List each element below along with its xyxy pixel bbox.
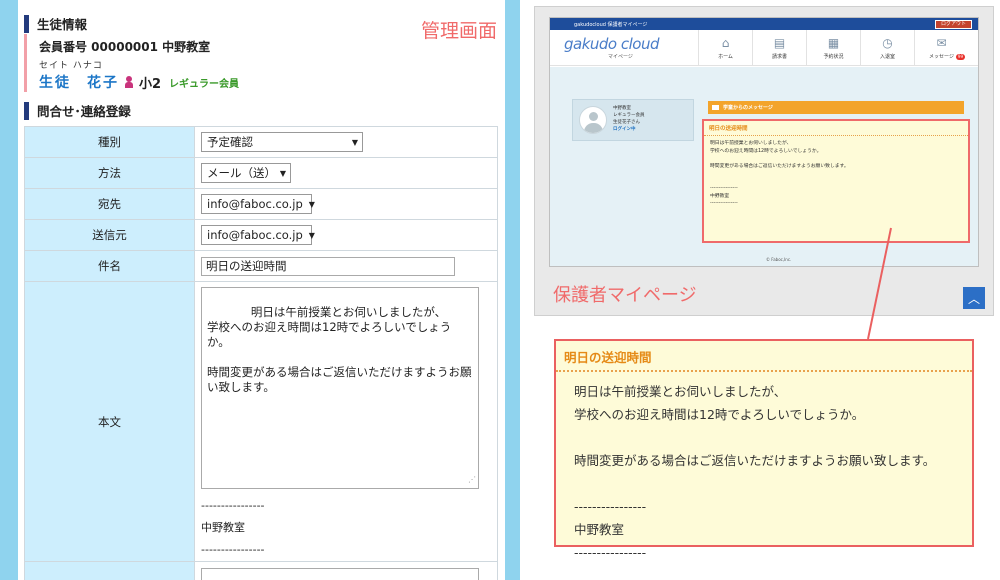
nav-messages-label: メッセージ [929, 53, 954, 60]
signature-divider-top: ---------------- [201, 499, 265, 512]
mypage-screen: gakudocloud 保護者マイページ ログアウト gakudo cloud … [549, 17, 979, 267]
nav-attendance-label: 入退室 [879, 53, 895, 60]
nav-home-label: ホーム [718, 53, 733, 60]
copyright: © Faboc,Inc. [766, 257, 792, 262]
body-label: 本文 [24, 281, 195, 562]
signature-name: 中野教室 [201, 521, 245, 534]
from-label: 送信元 [24, 219, 195, 251]
message-count-badge: 99 [955, 53, 965, 60]
mail-icon: ✉ [936, 35, 947, 50]
heading-bar [24, 14, 29, 33]
profile-login-status: ログイン中 [613, 127, 636, 132]
method-label: 方法 [24, 157, 195, 189]
form-row-to: 宛先 info@faboc.co.jp ▼ [24, 188, 498, 220]
student-kana: セイト ハナコ [39, 61, 103, 71]
mail-icon [712, 105, 719, 110]
type-select-value: 予定確認 [207, 135, 253, 149]
calendar-icon: ▦ [827, 35, 840, 50]
girl-icon [125, 76, 133, 88]
logout-button[interactable]: ログアウト [934, 19, 972, 29]
nav-attendance[interactable]: ◷ 入退室 [860, 29, 914, 66]
form-row-method: 方法 メール（送） ▼ [24, 157, 498, 189]
form-row-body: 本文 明日は午前授業とお伺いしましたが、 学校へのお迎え時間は12時でよろしいで… [24, 281, 498, 562]
dropdown-arrow-icon: ▼ [279, 168, 286, 178]
type-label: 種別 [24, 126, 195, 158]
subject-label: 件名 [24, 250, 195, 282]
scroll-to-top-button[interactable]: ︿ [963, 287, 985, 309]
admin-content: 管理画面 生徒情報 会員番号 00000001 中野教室 セイト ハナコ 生徒 … [18, 0, 505, 580]
student-grade: 小2 [139, 76, 162, 92]
type-select[interactable]: 予定確認 ▼ [201, 132, 363, 152]
dropdown-arrow-icon: ▼ [308, 199, 315, 209]
nav-messages[interactable]: ✉ メッセージ 99 [914, 29, 968, 66]
heading-bar [24, 101, 29, 120]
nav-invoice[interactable]: ▤ 請求書 [752, 29, 806, 66]
student-info: 会員番号 00000001 中野教室 セイト ハナコ 生徒 花子 小2 レギュラ… [24, 34, 494, 92]
zoom-message-title: 明日の送迎時間 [556, 341, 972, 372]
nav-reservations-label: 予約状況 [823, 53, 844, 60]
dropdown-arrow-icon: ▼ [351, 137, 358, 147]
clock-icon: ◷ [882, 35, 893, 50]
student-section-title: 生徒情報 [37, 17, 88, 32]
profile-student: 生徒花子さん [613, 120, 640, 125]
from-select[interactable]: info@faboc.co.jp ▼ [201, 225, 315, 245]
contact-section-heading: 問合せ･連絡登録 [24, 101, 131, 120]
message-card-highlight[interactable]: 明日の送迎時間 明日は午前授業とお伺いしましたが、 学校へのお迎え時間は12時で… [702, 119, 970, 243]
form-row-type: 種別 予定確認 ▼ [24, 126, 498, 158]
body-text: 明日は午前授業とお伺いしましたが、 学校へのお迎え時間は12時でよろしいでしょう… [207, 305, 472, 394]
nav-reservations[interactable]: ▦ 予約状況 [806, 29, 860, 66]
next-field[interactable] [201, 568, 479, 580]
profile-member-type: レギュラー会員 [613, 113, 645, 118]
signature-divider-bottom: ---------------- [201, 543, 265, 556]
home-icon: ⌂ [721, 35, 730, 50]
mypage-nav: gakudo cloud マイページ ⌂ ホーム ▤ 請求書 ▦ 予約状況 ◷ … [550, 29, 978, 66]
zoom-message-body: 明日は午前授業とお伺いしましたが、 学校へのお迎え時間は12時でよろしいでしょう… [574, 384, 936, 560]
message-zoom: 明日の送迎時間 明日は午前授業とお伺いしましたが、 学校へのお迎え時間は12時で… [554, 339, 974, 560]
member-type: レギュラー会員 [169, 78, 240, 90]
body-textarea[interactable]: 明日は午前授業とお伺いしましたが、 学校へのお迎え時間は12時でよろしいでしょう… [201, 287, 479, 489]
contact-section-title: 問合せ･連絡登録 [37, 104, 131, 119]
to-select[interactable]: info@faboc.co.jp ▼ [201, 194, 315, 214]
document-icon: ▤ [773, 35, 786, 50]
message-panel: 学童からのメッセージ 明日の送迎時間 明日は午前授業とお伺いしましたが、 学校へ… [702, 101, 970, 256]
to-select-value: info@faboc.co.jp [207, 197, 303, 211]
gakudo-cloud-logo[interactable]: gakudo cloud マイページ [550, 35, 698, 60]
message-panel-title: 学童からのメッセージ [723, 105, 773, 111]
mypage-topbar: gakudocloud 保護者マイページ ログアウト [550, 18, 978, 30]
avatar [579, 106, 607, 134]
form-row-next [24, 561, 498, 580]
student-section-heading: 生徒情報 [24, 14, 87, 33]
student-name[interactable]: 生徒 花子 [39, 72, 119, 92]
method-select-value: メール（送） [207, 166, 276, 180]
form-row-from: 送信元 info@faboc.co.jp ▼ [24, 219, 498, 251]
chevron-up-icon: ︿ [967, 291, 980, 306]
method-select[interactable]: メール（送） ▼ [201, 163, 291, 183]
profile-card: 中野教室 レギュラー会員 生徒花子さん ログイン中 [572, 99, 694, 141]
from-select-value: info@faboc.co.jp [207, 228, 303, 242]
topbar-brand: gakudocloud 保護者マイページ [574, 21, 648, 28]
resize-handle-icon[interactable]: ⋰ [468, 472, 476, 487]
message-card-body: 明日は午前授業とお伺いしましたが、 学校へのお迎え時間は12時でよろしいでしょう… [710, 141, 849, 206]
form-row-subject: 件名 明日の送迎時間 [24, 250, 498, 282]
parent-caption: 保護者マイページ [553, 285, 697, 306]
member-number: 会員番号 00000001 中野教室 [39, 40, 211, 54]
admin-screen-panel: 管理画面 生徒情報 会員番号 00000001 中野教室 セイト ハナコ 生徒 … [0, 0, 520, 580]
message-panel-header: 学童からのメッセージ [708, 101, 964, 114]
nav-home[interactable]: ⌂ ホーム [698, 29, 752, 66]
message-card-title: 明日の送迎時間 [704, 121, 968, 136]
signature: ---------------- 中野教室 ---------------- [201, 495, 497, 561]
nav-invoice-label: 請求書 [771, 53, 787, 60]
contact-form: 種別 予定確認 ▼ 方法 メール（送） ▼ 宛先 info@faboc.co.j… [24, 126, 498, 580]
dropdown-arrow-icon: ▼ [308, 230, 315, 240]
logo-subtitle: マイページ [608, 54, 633, 60]
mypage-content: 中野教室 レギュラー会員 生徒花子さん ログイン中 学童からのメッセージ 明日の… [550, 67, 978, 266]
to-label: 宛先 [24, 188, 195, 220]
subject-input[interactable]: 明日の送迎時間 [201, 256, 455, 276]
profile-school: 中野教室 [613, 106, 631, 111]
logo-text: gakudo cloud [564, 35, 660, 53]
parent-mypage-preview: gakudocloud 保護者マイページ ログアウト gakudo cloud … [534, 6, 994, 316]
